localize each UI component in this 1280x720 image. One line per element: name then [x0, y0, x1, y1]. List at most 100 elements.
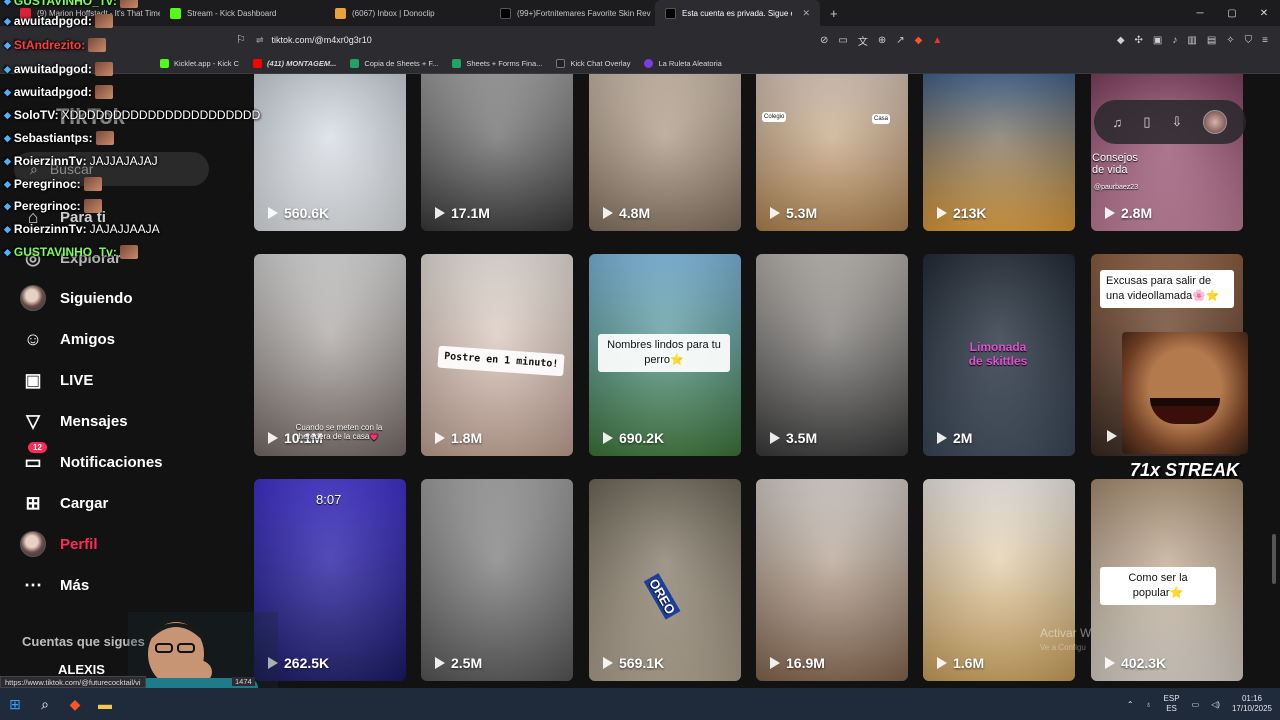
tab-2[interactable]: Stream - Kick Dashboard	[160, 0, 325, 26]
view-count-text: 17.1M	[451, 205, 490, 221]
sidebar-item-perfil[interactable]: Perfil	[20, 531, 98, 557]
play-icon	[770, 657, 780, 669]
nav-label: Notificaciones	[60, 453, 163, 471]
tab-3[interactable]: (6067) Inbox | Donoclip	[325, 0, 490, 26]
video-card[interactable]: 4.8M	[589, 74, 741, 231]
chat-badge-icon: ◆	[4, 155, 11, 166]
sidebar-item-mensajes[interactable]: ▽ Mensajes	[20, 408, 127, 434]
sidebar-toggle-icon[interactable]: ▥	[1187, 35, 1196, 46]
sidebar-item-live[interactable]: ▣ LIVE	[20, 367, 93, 393]
translate-icon[interactable]: 文	[858, 33, 868, 48]
bookmark-kicklet[interactable]: Kicklet.app - Kick C	[160, 59, 239, 68]
sidebar-item-siguiendo[interactable]: Siguiendo	[20, 285, 133, 311]
cast-icon[interactable]: ▭	[838, 35, 847, 46]
tab-4[interactable]: (99+)Fortnitemares Favorite Skin Rev	[490, 0, 655, 26]
download-icon[interactable]: ⇩	[1172, 114, 1183, 130]
minimize-icon[interactable]: ─	[1184, 8, 1216, 19]
music-note-icon[interactable]: ♫	[1113, 115, 1123, 130]
nav-label: Amigos	[60, 330, 116, 348]
network-icon[interactable]: ▭	[1192, 700, 1200, 709]
volume-icon[interactable]: ◁)	[1211, 700, 1220, 709]
maximize-icon[interactable]: ▢	[1216, 8, 1248, 19]
sidebar-item-mas[interactable]: ⋯ Más	[20, 572, 89, 598]
status-url-suffix: 1474	[232, 677, 255, 686]
new-tab-button[interactable]: +	[820, 0, 848, 26]
view-count: 213K	[937, 205, 986, 221]
video-card[interactable]: 213K	[923, 74, 1075, 231]
caption-user: @paurbaez23	[1094, 184, 1139, 191]
share-icon[interactable]: ↗	[896, 35, 904, 46]
chat-username: StAndrezito:	[13, 38, 86, 52]
view-count: 560.6K	[268, 205, 329, 221]
sidebar-item-amigos[interactable]: ☺ Amigos	[20, 326, 115, 352]
chat-username: SoloTV:	[13, 108, 59, 122]
bookmark-montagem[interactable]: (411) MONTAGEM...	[253, 59, 336, 68]
video-card[interactable]: 17.1M	[421, 74, 573, 231]
page-scrollbar[interactable]	[1272, 534, 1276, 584]
tab-5-active[interactable]: Esta cuenta es privada. Sigue est ✕	[655, 0, 820, 26]
chat-message: ◆ awuitadpgod:	[4, 14, 113, 28]
caption-consejos: Consejos de vida	[1092, 152, 1138, 176]
streamer-silhouette	[128, 612, 278, 692]
bookmark-kick-overlay[interactable]: Kick Chat Overlay	[556, 59, 630, 68]
site-info-icon[interactable]: ⇌	[256, 35, 264, 46]
view-count: 16.9M	[770, 655, 825, 671]
tab-title: (6067) Inbox | Donoclip	[352, 8, 435, 18]
file-explorer-icon[interactable]: ▬	[90, 688, 120, 720]
url-text: tiktok.com/@m4xr0g3r10	[271, 35, 372, 45]
sidebar-item-cargar[interactable]: ⊞ Cargar	[20, 490, 108, 516]
vpn-icon[interactable]: ⛉	[1245, 35, 1253, 46]
zoom-icon[interactable]: ⊕	[878, 35, 886, 46]
streamer-webcam	[128, 612, 278, 692]
chevron-up-icon[interactable]: ⌃	[1127, 700, 1134, 709]
address-field[interactable]: ⇌ tiktok.com/@m4xr0g3r10	[256, 30, 372, 50]
chat-message: ◆ Peregrinoc:	[4, 177, 102, 191]
brave-shield-icon[interactable]: ◆	[915, 35, 923, 46]
following-account-alexis[interactable]: ALEXIS	[58, 662, 105, 677]
chat-badge-icon: ◆	[4, 86, 11, 97]
bookmark-ruleta[interactable]: La Ruleta Aleatoria	[644, 59, 722, 68]
music-icon[interactable]: ♪	[1172, 35, 1177, 46]
chat-username: GUSTAVINHO_Tv:	[13, 0, 117, 8]
brave-browser-icon[interactable]: ◆	[60, 688, 90, 720]
user-avatar[interactable]	[1203, 110, 1228, 134]
caption-popular: Como ser la popular⭐	[1100, 567, 1216, 605]
bookmark-sheets-forms[interactable]: Sheets + Forms Fina...	[452, 59, 542, 68]
menu-icon[interactable]: ≡	[1262, 35, 1268, 46]
friends-icon: ☺	[23, 328, 43, 349]
video-card[interactable]: 560.6K	[254, 74, 406, 231]
windows-start-icon[interactable]: ⊞	[0, 688, 30, 720]
chat-emote-icon	[83, 177, 102, 191]
chat-message: ◆ Peregrinoc:	[4, 199, 102, 213]
video-card[interactable]: 3.5M	[756, 254, 908, 456]
sheets-favicon	[452, 59, 462, 68]
video-card[interactable]: 569.1K	[589, 479, 741, 681]
play-icon	[937, 207, 947, 219]
leo-icon[interactable]: ✧	[1226, 35, 1234, 46]
play-icon	[1105, 657, 1115, 669]
system-tray: ⌃ ♁ ESP ES ▭ ◁) 01:16 17/10/2025	[1127, 688, 1272, 720]
tiktok-favicon	[665, 7, 676, 19]
extension-icon[interactable]: ◆	[1117, 35, 1125, 46]
language-indicator[interactable]: ESP ES	[1164, 694, 1180, 715]
lang-bottom: ES	[1166, 704, 1177, 713]
close-window-icon[interactable]: ✕	[1248, 8, 1280, 19]
reader-icon[interactable]: ⊘	[820, 35, 828, 46]
clock[interactable]: 01:16 17/10/2025	[1232, 694, 1272, 715]
sidebar-item-notificaciones[interactable]: ▭ 12 Notificaciones	[20, 442, 163, 475]
screenshot-icon[interactable]: ▣	[1153, 35, 1162, 46]
bookmark-icon[interactable]: ⚐	[236, 33, 246, 46]
bookmark-sheets-copy[interactable]: Copia de Sheets + F...	[350, 59, 438, 68]
close-tab-icon[interactable]: ✕	[802, 8, 810, 19]
video-card[interactable]: 2.5M	[421, 479, 573, 681]
phone-icon[interactable]: ▯	[1143, 114, 1150, 130]
view-count: 17.1M	[435, 205, 490, 221]
view-count-text: 1.6M	[953, 655, 985, 671]
video-card[interactable]: 16.9M	[756, 479, 908, 681]
microphone-icon[interactable]: ♁	[1146, 700, 1152, 709]
brave-rewards-icon[interactable]: ▲	[932, 35, 942, 46]
search-icon[interactable]: ⌕	[30, 688, 60, 720]
puzzle-icon[interactable]: ✣	[1135, 35, 1143, 46]
video-card[interactable]: 5.3M	[756, 74, 908, 231]
wallet-icon[interactable]: ▤	[1207, 35, 1216, 46]
